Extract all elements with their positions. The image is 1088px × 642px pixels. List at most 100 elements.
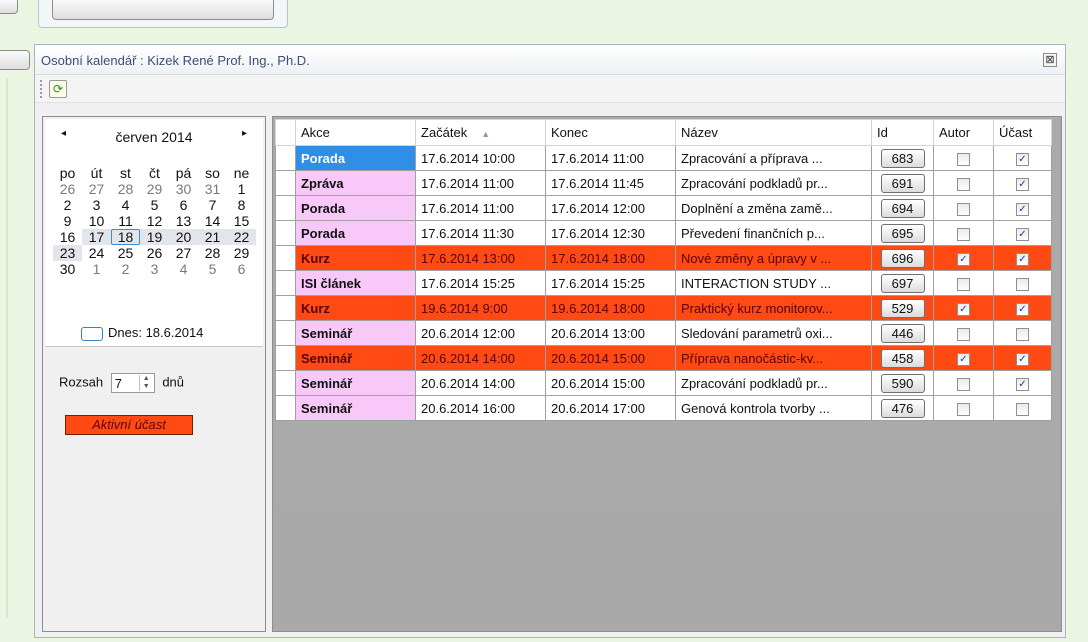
cell-nazev[interactable]: Nové změny a úpravy v ... [675,245,872,271]
calendar-day[interactable]: 26 [53,181,82,197]
column-header-ucast[interactable]: Účast [993,119,1052,146]
column-header-konec[interactable]: Konec [545,119,676,146]
cell-konec[interactable]: 20.6.2014 15:00 [545,370,676,396]
cell-akce[interactable]: Porada [295,145,416,171]
calendar-day[interactable]: 5 [198,261,227,277]
calendar-day[interactable]: 31 [198,181,227,197]
autor-checkbox[interactable]: ✓ [957,352,970,366]
calendar-day[interactable]: 24 [82,245,111,261]
calendar-day[interactable]: 2 [53,197,82,213]
row-header[interactable] [275,195,296,221]
cell-zacatek[interactable]: 20.6.2014 14:00 [415,370,546,396]
autor-checkbox[interactable] [957,402,970,416]
calendar-day[interactable]: 3 [82,197,111,213]
toolbar-grip-icon[interactable] [40,80,43,98]
calendar-day[interactable]: 10 [82,213,111,229]
row-header[interactable] [275,345,296,371]
row-header[interactable] [275,245,296,271]
cell-akce[interactable]: Kurz [295,295,416,321]
table-row[interactable]: Zpráva 17.6.2014 11:00 17.6.2014 11:45 Zpra… [275,170,1052,196]
background-button[interactable] [52,0,274,20]
calendar-day[interactable]: 5 [140,197,169,213]
cell-nazev[interactable]: Příprava nanočástic-kv... [675,345,872,371]
calendar-day[interactable]: 15 [227,213,256,229]
autor-checkbox[interactable] [957,202,970,216]
calendar-day[interactable]: 30 [169,181,198,197]
row-header[interactable] [275,395,296,421]
refresh-icon[interactable]: ⟳ [49,80,67,98]
table-row[interactable]: Seminář 20.6.2014 12:00 20.6.2014 13:00 Sle… [275,320,1052,346]
row-header[interactable] [275,295,296,321]
table-row[interactable]: Kurz 17.6.2014 13:00 17.6.2014 18:00 Nové z… [275,245,1052,271]
calendar-day[interactable]: 27 [169,245,198,261]
cell-akce[interactable]: ISI článek [295,270,416,296]
ucast-checkbox[interactable]: ✓ [1016,202,1029,216]
cell-zacatek[interactable]: 17.6.2014 13:00 [415,245,546,271]
autor-checkbox[interactable] [957,377,970,391]
cell-nazev[interactable]: Zpracování a příprava ... [675,145,872,171]
calendar-day[interactable]: 23 [53,245,82,261]
calendar-day[interactable]: 14 [198,213,227,229]
autor-checkbox[interactable] [957,177,970,191]
calendar-day[interactable]: 2 [111,261,140,277]
cell-zacatek[interactable]: 17.6.2014 11:00 [415,170,546,196]
cell-akce[interactable]: Seminář [295,320,416,346]
cell-zacatek[interactable]: 20.6.2014 16:00 [415,395,546,421]
id-button[interactable]: 695 [880,223,925,243]
autor-checkbox[interactable] [957,152,970,166]
calendar-day[interactable]: 21 [198,229,227,245]
table-row[interactable]: Seminář 20.6.2014 14:00 20.6.2014 15:00 Zpr… [275,370,1052,396]
autor-checkbox[interactable]: ✓ [957,252,970,266]
cell-nazev[interactable]: Sledování parametrů oxi... [675,320,872,346]
cell-akce[interactable]: Seminář [295,395,416,421]
id-button[interactable]: 691 [880,173,925,193]
row-header[interactable] [275,270,296,296]
calendar-day[interactable]: 29 [140,181,169,197]
id-button[interactable]: 476 [880,398,925,418]
cell-zacatek[interactable]: 17.6.2014 10:00 [415,145,546,171]
calendar-day[interactable]: 11 [111,213,140,229]
autor-checkbox[interactable]: ✓ [957,302,970,316]
calendar-day[interactable]: 9 [53,213,82,229]
id-button[interactable]: 697 [880,273,925,293]
row-header[interactable] [275,170,296,196]
cell-akce[interactable]: Kurz [295,245,416,271]
calendar-day[interactable]: 6 [169,197,198,213]
cell-zacatek[interactable]: 17.6.2014 11:00 [415,195,546,221]
ucast-checkbox[interactable]: ✓ [1016,227,1029,241]
cell-nazev[interactable]: INTERACTION STUDY ... [675,270,872,296]
cell-akce[interactable]: Porada [295,220,416,246]
cell-konec[interactable]: 19.6.2014 18:00 [545,295,676,321]
column-header-id[interactable]: Id [871,119,934,146]
range-value[interactable]: 7 [115,376,122,391]
table-row[interactable]: Porada 17.6.2014 10:00 17.6.2014 11:00 Zpra… [275,145,1052,171]
autor-checkbox[interactable] [957,327,970,341]
cell-konec[interactable]: 17.6.2014 11:45 [545,170,676,196]
today-link[interactable]: Dnes: 18.6.2014 [81,325,203,341]
calendar-day[interactable]: 22 [227,229,256,245]
cell-konec[interactable]: 17.6.2014 11:00 [545,145,676,171]
row-header[interactable] [275,370,296,396]
cell-zacatek[interactable]: 17.6.2014 15:25 [415,270,546,296]
row-header[interactable] [275,220,296,246]
ucast-checkbox[interactable]: ✓ [1016,252,1029,266]
cell-nazev[interactable]: Převedení finančních p... [675,220,872,246]
cell-nazev[interactable]: Zpracování podkladů pr... [675,170,872,196]
table-row[interactable]: Seminář 20.6.2014 14:00 20.6.2014 15:00 Pří… [275,345,1052,371]
table-row[interactable]: Kurz 19.6.2014 9:00 19.6.2014 18:00 Praktic… [275,295,1052,321]
row-header[interactable] [275,320,296,346]
calendar-day[interactable]: 16 [53,229,82,245]
cell-nazev[interactable]: Doplnění a změna zamě... [675,195,872,221]
ucast-checkbox[interactable] [1016,277,1029,291]
cell-konec[interactable]: 17.6.2014 15:25 [545,270,676,296]
id-button[interactable]: 446 [880,323,925,343]
calendar-day[interactable]: 25 [111,245,140,261]
calendar-day[interactable]: 8 [227,197,256,213]
id-button[interactable]: 458 [880,348,925,368]
background-button[interactable] [0,0,18,14]
autor-checkbox[interactable] [957,227,970,241]
cell-konec[interactable]: 17.6.2014 12:00 [545,195,676,221]
cell-zacatek[interactable]: 19.6.2014 9:00 [415,295,546,321]
column-header-zacatek[interactable]: Začátek ▲ [415,119,546,146]
id-button[interactable]: 694 [880,198,925,218]
